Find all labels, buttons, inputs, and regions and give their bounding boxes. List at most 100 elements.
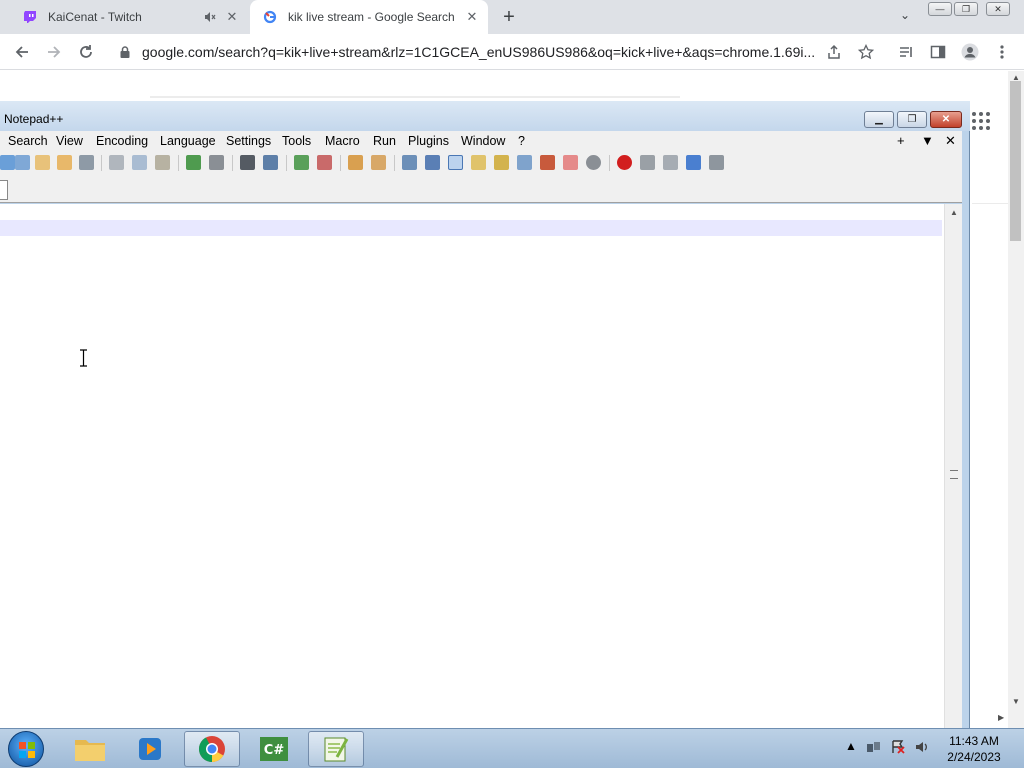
- reading-list-icon[interactable]: [896, 42, 916, 62]
- function-list-icon[interactable]: [494, 155, 509, 170]
- menu-view[interactable]: View: [56, 134, 83, 148]
- sync-horizontal-icon[interactable]: [371, 155, 386, 170]
- network-icon[interactable]: [866, 739, 882, 758]
- close-document-button[interactable]: ✕: [945, 133, 956, 149]
- close-icon[interactable]: ✕: [224, 9, 240, 25]
- document-list-dropdown[interactable]: ▼: [921, 133, 934, 148]
- text-cursor-icon: [79, 349, 88, 367]
- profile-avatar-icon[interactable]: [960, 42, 980, 62]
- npp-restore-button[interactable]: ❐: [897, 111, 927, 128]
- sync-vertical-icon[interactable]: [348, 155, 363, 170]
- menu-encoding[interactable]: Encoding: [96, 134, 148, 148]
- npp-close-button[interactable]: ✕: [930, 111, 962, 128]
- menu-language[interactable]: Language: [160, 134, 216, 148]
- word-wrap-icon[interactable]: [402, 155, 417, 170]
- tab-kaicenat-twitch[interactable]: KaiCenat - Twitch ✕: [10, 0, 248, 34]
- menu-run[interactable]: Run: [373, 134, 396, 148]
- menu-help[interactable]: ?: [518, 134, 525, 148]
- window-close-button[interactable]: ✕: [986, 2, 1010, 16]
- show-hidden-icons-icon[interactable]: ▲: [845, 739, 857, 753]
- scrollbar-grip[interactable]: [950, 470, 958, 479]
- scroll-down-arrow-icon[interactable]: ▼: [1012, 697, 1020, 706]
- replace-icon[interactable]: [263, 155, 278, 170]
- share-icon[interactable]: [824, 42, 844, 62]
- cut-icon[interactable]: [109, 155, 124, 170]
- side-panel-icon[interactable]: [928, 42, 948, 62]
- run-multiple-icon[interactable]: [686, 155, 701, 170]
- file-explorer-icon[interactable]: [62, 731, 118, 767]
- scroll-up-arrow-icon[interactable]: ▲: [950, 208, 958, 217]
- scroll-right-arrow-icon[interactable]: ▶: [998, 713, 1004, 722]
- editor-scrollbar[interactable]: ▲: [944, 204, 962, 728]
- twitch-icon: [22, 9, 38, 25]
- menu-window[interactable]: Window: [461, 134, 505, 148]
- page-scrollbar[interactable]: ▲ ▼ ▶: [998, 71, 1024, 728]
- tab-google-search[interactable]: kik live stream - Google Search ✕: [250, 0, 488, 34]
- reload-icon[interactable]: [76, 42, 96, 62]
- restore-button[interactable]: ❐: [954, 2, 978, 16]
- editor-area[interactable]: ▲: [0, 204, 962, 728]
- undo-icon[interactable]: [186, 155, 201, 170]
- save-all-icon[interactable]: [15, 155, 30, 170]
- open-folder-icon[interactable]: [563, 155, 578, 170]
- close-icon[interactable]: ✕: [464, 9, 480, 25]
- language-icon[interactable]: [471, 155, 486, 170]
- new-document-button[interactable]: +: [897, 133, 905, 148]
- npp-minimize-button[interactable]: ▁: [864, 111, 894, 128]
- action-center-icon[interactable]: [890, 739, 906, 758]
- show-all-characters-icon[interactable]: [425, 155, 440, 170]
- forward-arrow-icon[interactable]: [44, 42, 64, 62]
- record-macro-icon[interactable]: [617, 155, 632, 170]
- menu-plugins[interactable]: Plugins: [408, 134, 449, 148]
- close-all-icon[interactable]: [57, 155, 72, 170]
- document-tab[interactable]: [0, 180, 8, 200]
- notepadpp-toolbar: [0, 151, 962, 175]
- print-icon[interactable]: [79, 155, 94, 170]
- indent-guide-icon[interactable]: [448, 155, 463, 170]
- stop-recording-icon[interactable]: [640, 155, 655, 170]
- menu-search[interactable]: Search: [8, 134, 48, 148]
- minimize-button[interactable]: —: [928, 2, 952, 16]
- clock-date: 2/24/2023: [947, 750, 1001, 764]
- menu-settings[interactable]: Settings: [226, 134, 271, 148]
- back-arrow-icon[interactable]: [12, 42, 32, 62]
- google-icon: [262, 9, 278, 25]
- lock-icon[interactable]: [118, 46, 132, 58]
- notepadpp-titlebar[interactable]: Notepad++ ▁ ❐ ✕: [0, 101, 970, 131]
- address-bar[interactable]: google.com/search?q=kik+live+stream&rlz=…: [108, 38, 884, 66]
- chrome-icon[interactable]: [184, 731, 240, 767]
- menu-tools[interactable]: Tools: [282, 134, 311, 148]
- chrome-menu-icon[interactable]: [992, 42, 1012, 62]
- notepadpp-tabbar: [0, 175, 962, 203]
- volume-icon[interactable]: [914, 739, 930, 758]
- google-apps-icon[interactable]: [972, 112, 990, 130]
- start-button[interactable]: [8, 731, 44, 767]
- paste-icon[interactable]: [155, 155, 170, 170]
- system-clock[interactable]: 11:43 AM 2/24/2023: [936, 733, 1012, 765]
- csharp-icon[interactable]: C#: [246, 731, 302, 767]
- tab-search-icon[interactable]: ⌄: [896, 8, 914, 26]
- monitoring-icon[interactable]: [586, 155, 601, 170]
- tab-title: KaiCenat - Twitch: [48, 10, 142, 24]
- save-icon[interactable]: [0, 155, 15, 170]
- browser-tab-strip: KaiCenat - Twitch ✕ kik live stream - Go…: [0, 0, 1024, 34]
- find-icon[interactable]: [240, 155, 255, 170]
- clock-time: 11:43 AM: [949, 734, 999, 748]
- new-tab-button[interactable]: +: [498, 6, 520, 28]
- scrollbar-thumb[interactable]: [1010, 81, 1021, 241]
- close-file-icon[interactable]: [35, 155, 50, 170]
- redo-icon[interactable]: [209, 155, 224, 170]
- bookmark-star-icon[interactable]: [856, 42, 876, 62]
- browser-toolbar: google.com/search?q=kik+live+stream&rlz=…: [0, 34, 1024, 70]
- playback-icon[interactable]: [663, 155, 678, 170]
- speaker-muted-icon[interactable]: [202, 9, 218, 25]
- folder-as-workspace-icon[interactable]: [540, 155, 555, 170]
- copy-icon[interactable]: [132, 155, 147, 170]
- media-player-icon[interactable]: [122, 731, 178, 767]
- save-macro-icon[interactable]: [709, 155, 724, 170]
- zoom-in-icon[interactable]: [294, 155, 309, 170]
- menu-macro[interactable]: Macro: [325, 134, 360, 148]
- document-map-icon[interactable]: [517, 155, 532, 170]
- notepadpp-icon[interactable]: [308, 731, 364, 767]
- zoom-out-icon[interactable]: [317, 155, 332, 170]
